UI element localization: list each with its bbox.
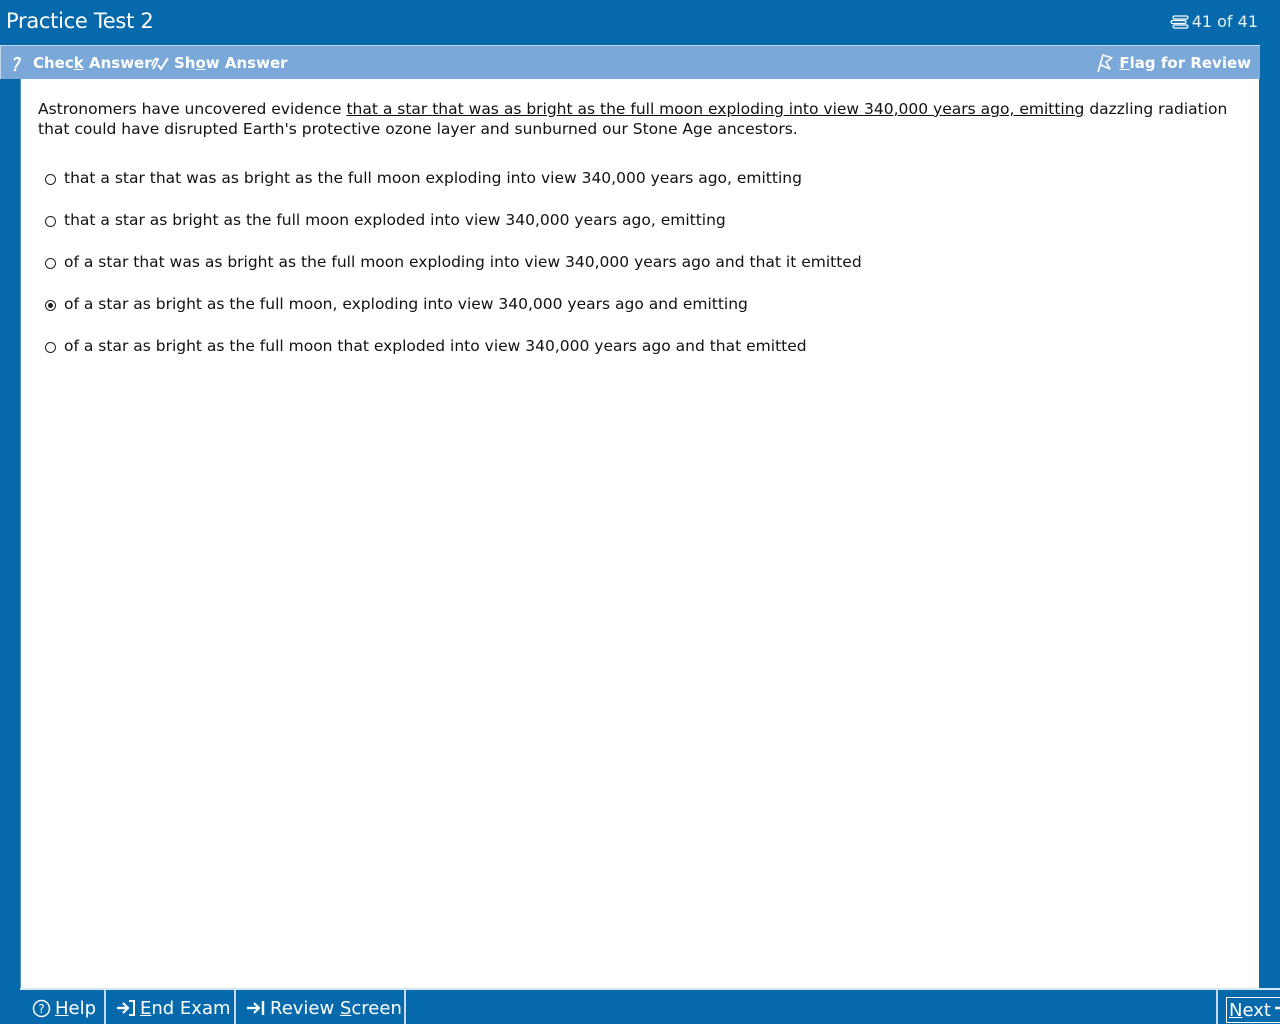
arrow-right-icon [1274,1000,1280,1021]
end-exam-label: End Exam [140,997,231,1019]
show-answer-button[interactable]: Show Answer [150,46,288,79]
list-icon [1169,14,1189,29]
end-exam-button[interactable]: End Exam [106,990,236,1024]
radio-button[interactable] [45,215,56,227]
bottom-navigation-bar: ? Help End Exam Review Screen Next [20,988,1280,1024]
end-exam-icon [116,999,136,1017]
check-answer-button[interactable]: Check Answer [11,46,152,79]
answer-choice-d[interactable]: of a star as bright as the full moon, ex… [45,282,862,325]
answer-choice-a[interactable]: that a star that was as bright as the fu… [45,156,862,199]
next-button[interactable]: Next [1226,997,1280,1023]
radio-button[interactable] [45,341,56,353]
show-answer-icon [150,54,170,72]
review-screen-label: Review Screen [270,997,402,1019]
question-progress: 41 of 41 [1169,12,1258,31]
help-label: Help [55,997,97,1019]
title-bar: Practice Test 2 41 of 41 [0,0,1280,45]
review-screen-button[interactable]: Review Screen [236,990,406,1024]
check-answer-label: Check Answer [33,53,152,72]
svg-text:?: ? [38,1002,44,1016]
help-icon: ? [32,999,51,1018]
flag-for-review-button[interactable]: Flag for Review [1095,46,1251,79]
answer-choice-e[interactable]: of a star as bright as the full moon tha… [45,324,862,367]
show-answer-label: Show Answer [174,53,288,72]
flag-icon [1095,53,1115,73]
choice-text: of a star as bright as the full moon, ex… [64,294,748,313]
answer-choice-b[interactable]: that a star as bright as the full moon e… [45,198,862,241]
radio-button-selected[interactable] [45,299,56,311]
stem-underlined-text: that a star that was as bright as the fu… [346,100,1085,118]
stem-text-before: Astronomers have uncovered evidence [38,100,347,118]
review-screen-icon [246,999,266,1017]
next-label: Next [1229,999,1271,1021]
question-toolbar: Check Answer Show Answer Flag for Review [0,45,1260,79]
progress-text: 41 of 41 [1191,12,1258,31]
radio-button[interactable] [45,257,56,269]
choice-text: that a star as bright as the full moon e… [64,210,726,229]
next-button-area: Next [1216,990,1280,1024]
answer-choice-c[interactable]: of a star that was as bright as the full… [45,240,862,283]
flag-for-review-label: Flag for Review [1119,53,1251,72]
check-answer-icon [11,54,29,72]
question-stem: Astronomers have uncovered evidence that… [38,99,1238,139]
answer-choices: that a star that was as bright as the fu… [45,157,862,367]
choice-text: of a star that was as bright as the full… [64,252,862,271]
choice-text: of a star as bright as the full moon tha… [64,336,807,355]
exam-title: Practice Test 2 [6,9,154,33]
question-panel: Astronomers have uncovered evidence that… [20,79,1259,988]
choice-text: that a star that was as bright as the fu… [64,168,802,187]
radio-button[interactable] [45,173,56,185]
help-button[interactable]: ? Help [20,990,106,1024]
